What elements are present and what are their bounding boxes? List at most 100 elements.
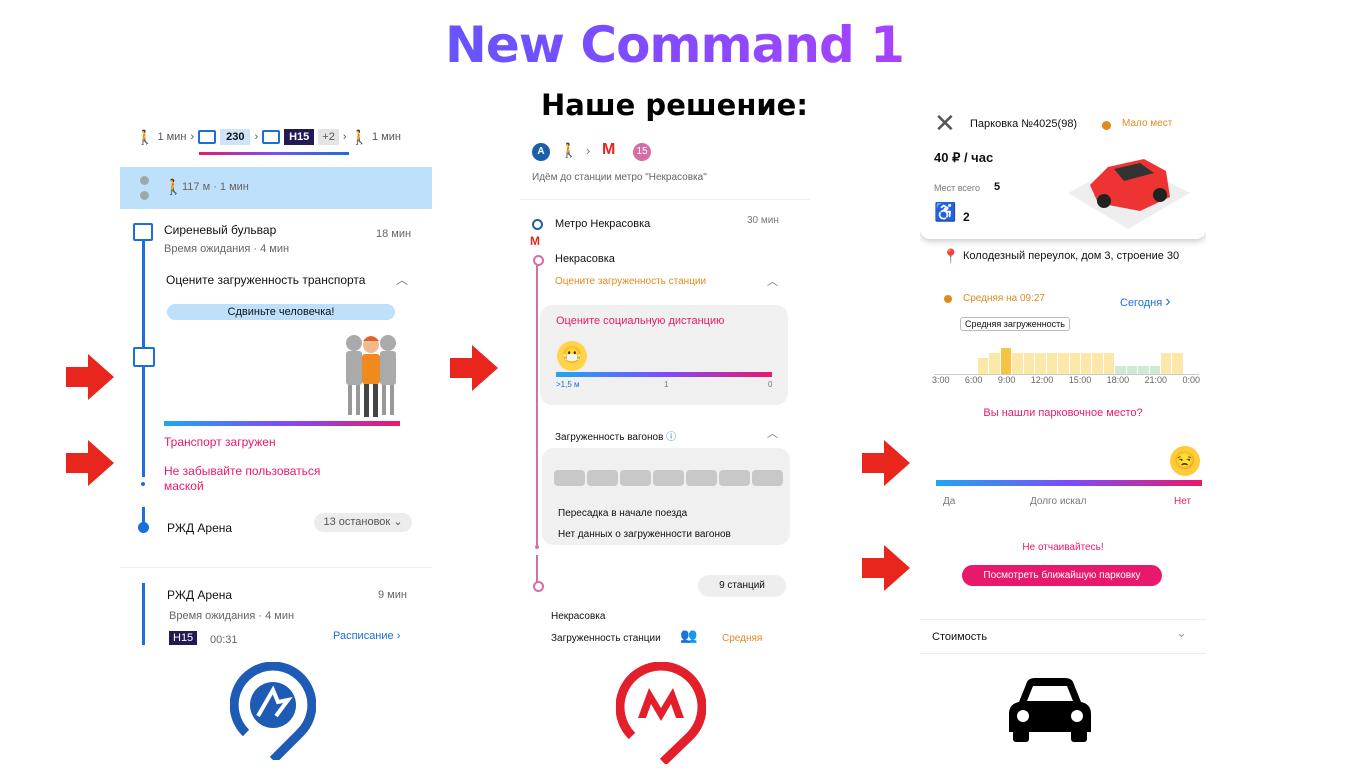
distance-slider[interactable]	[556, 372, 772, 377]
load-status: Транспорт загружен	[164, 435, 276, 449]
slider-hint: Сдвиньте человечка!	[167, 304, 395, 320]
parking-panel: ✕ Парковка №4025(98) Мало мест 40 ₽ / ча…	[920, 105, 1206, 665]
stop-name: Сиреневый бульвар	[164, 223, 277, 237]
distance-label: 1	[664, 380, 669, 389]
walk-time: 1 мин	[371, 131, 401, 143]
walk-time: 1 мин	[157, 131, 187, 143]
chevron-up-icon[interactable]: ︿	[767, 273, 778, 289]
cost-label[interactable]: Стоимость	[932, 631, 987, 643]
occupancy-bar	[989, 353, 1000, 374]
timeline-line	[142, 507, 145, 523]
chevron-right-icon: ›	[1165, 293, 1171, 310]
metro-icon: М	[602, 141, 616, 158]
scale-no: Нет	[1174, 496, 1192, 507]
chevron-down-icon[interactable]: ⌄	[1176, 625, 1187, 641]
hour-label: 3:00	[932, 375, 950, 385]
scale-yes: Да	[943, 496, 956, 507]
occupancy-bar	[1046, 353, 1058, 374]
divider	[120, 567, 432, 568]
red-arrow-icon	[450, 345, 498, 391]
occupancy-bar	[1103, 353, 1115, 374]
timeline-dot	[141, 482, 145, 486]
cars-title-label: Загруженность вагонов	[555, 432, 664, 443]
occupancy-bar	[1126, 366, 1138, 374]
scale-mid: Долго искал	[1030, 496, 1087, 507]
schedule-link[interactable]: Расписание ›	[333, 630, 400, 642]
walk-icon: 🚶	[560, 142, 578, 158]
timeline-line	[142, 583, 145, 645]
wait-time: Время ожидания · 4 мин	[164, 243, 290, 255]
metro-name: Метро Некрасовка	[555, 218, 651, 230]
metro-icon: M	[530, 234, 540, 248]
bus-number: 230	[220, 129, 251, 145]
stops-toggle[interactable]: 13 остановок ⌄	[314, 513, 412, 532]
mask-face-icon[interactable]: 😷	[557, 341, 587, 371]
address: Колодезный переулок, дом 3, строение 30	[963, 250, 1180, 262]
despair-note: Не отчаивайтесь!	[1022, 542, 1104, 553]
mask-note: Не забывайте пользоваться маской	[164, 464, 321, 493]
today-link[interactable]: Сегодня ›	[1120, 293, 1171, 311]
start-dot	[532, 219, 543, 230]
metro-panel: A 🚶 › М 15 Идём до станции метро "Некрас…	[520, 135, 810, 665]
disabled-count: 2	[963, 210, 970, 224]
occupancy-bar	[1080, 353, 1092, 374]
people-icon: 👥	[680, 627, 698, 643]
bus-number: Н15	[169, 631, 198, 645]
route-underline	[199, 152, 349, 155]
dot-icon	[140, 176, 149, 185]
transport-logo-icon	[230, 662, 316, 760]
face-icon[interactable]: 😒	[1170, 446, 1200, 476]
stations-toggle[interactable]: 9 станций	[698, 575, 786, 597]
hour-label: 18:00	[1106, 375, 1130, 385]
parking-name: Парковка №4025(98)	[970, 118, 1078, 130]
location-pin-icon: 📍	[942, 248, 960, 264]
found-slider[interactable]	[936, 480, 1202, 486]
walk-row[interactable]: 🚶 117 м · 1 мин	[120, 167, 432, 209]
no-data-note: Нет данных о загруженности вагонов	[558, 529, 731, 540]
car-icon	[1068, 159, 1190, 229]
schedule-label: Расписание	[333, 630, 394, 642]
station-load-label: Загруженность станции	[551, 633, 661, 644]
close-icon[interactable]: ✕	[934, 109, 956, 137]
chevron-up-icon[interactable]: ︿	[767, 425, 778, 441]
divider	[920, 619, 1206, 620]
distance-label: >1,5 м	[556, 380, 580, 389]
occupancy-bar	[1115, 366, 1126, 374]
hour-label: 0:00	[1182, 375, 1200, 385]
distance-label: 0	[768, 380, 773, 389]
crowd-slider-icon[interactable]	[338, 329, 406, 421]
occupancy-bar	[1012, 353, 1023, 374]
red-arrow-icon	[66, 440, 114, 486]
chevron-right-icon: ›	[190, 131, 195, 143]
red-arrow-icon	[66, 354, 114, 400]
occupancy-bar	[1069, 353, 1080, 374]
parking-card: ✕ Парковка №4025(98) Мало мест 40 ₽ / ча…	[920, 105, 1206, 239]
wheelchair-icon: ♿	[934, 202, 957, 222]
timeline-dot	[535, 545, 539, 549]
hour-label: 21:00	[1144, 375, 1168, 385]
occupancy-bar	[1138, 366, 1149, 374]
car-logo-icon	[1009, 678, 1091, 742]
cars-title: Загруженность вагонов ⓘ	[555, 428, 676, 443]
route-summary[interactable]: 🚶 1 мин › 230 › Н15 +2 › 🚶 1 мин	[136, 125, 426, 149]
total-label: Мест всего	[934, 183, 981, 193]
hour-label: 12:00	[1030, 375, 1054, 385]
page-title: New Command 1	[0, 14, 1349, 76]
walk-icon: 🚶	[136, 128, 154, 145]
timeline-stop	[138, 522, 149, 533]
rate-title: Оцените загруженность транспорта	[166, 273, 366, 287]
line-badge: 15	[633, 143, 651, 161]
chevron-up-icon[interactable]: ︿	[396, 271, 408, 288]
timeline-line	[536, 555, 538, 583]
social-title: Оцените социальную дистанцию	[556, 315, 725, 327]
transport-panel: 🚶 1 мин › 230 › Н15 +2 › 🚶 1 мин 🚶 117 м…	[120, 105, 432, 645]
bus-icon	[262, 130, 281, 144]
stop-time: 18 мин	[376, 228, 412, 240]
chevron-down-icon: ⌄	[393, 516, 403, 528]
departure-time: 00:31	[210, 634, 238, 645]
load-slider-track[interactable]	[164, 421, 400, 426]
walk-note: Идём до станции метро "Некрасовка"	[532, 172, 707, 183]
info-icon[interactable]: ⓘ	[666, 432, 676, 443]
rate-station: Оцените загруженность станции	[555, 276, 707, 287]
nearest-parking-button[interactable]: Посмотреть ближайшую парковку	[962, 565, 1162, 586]
